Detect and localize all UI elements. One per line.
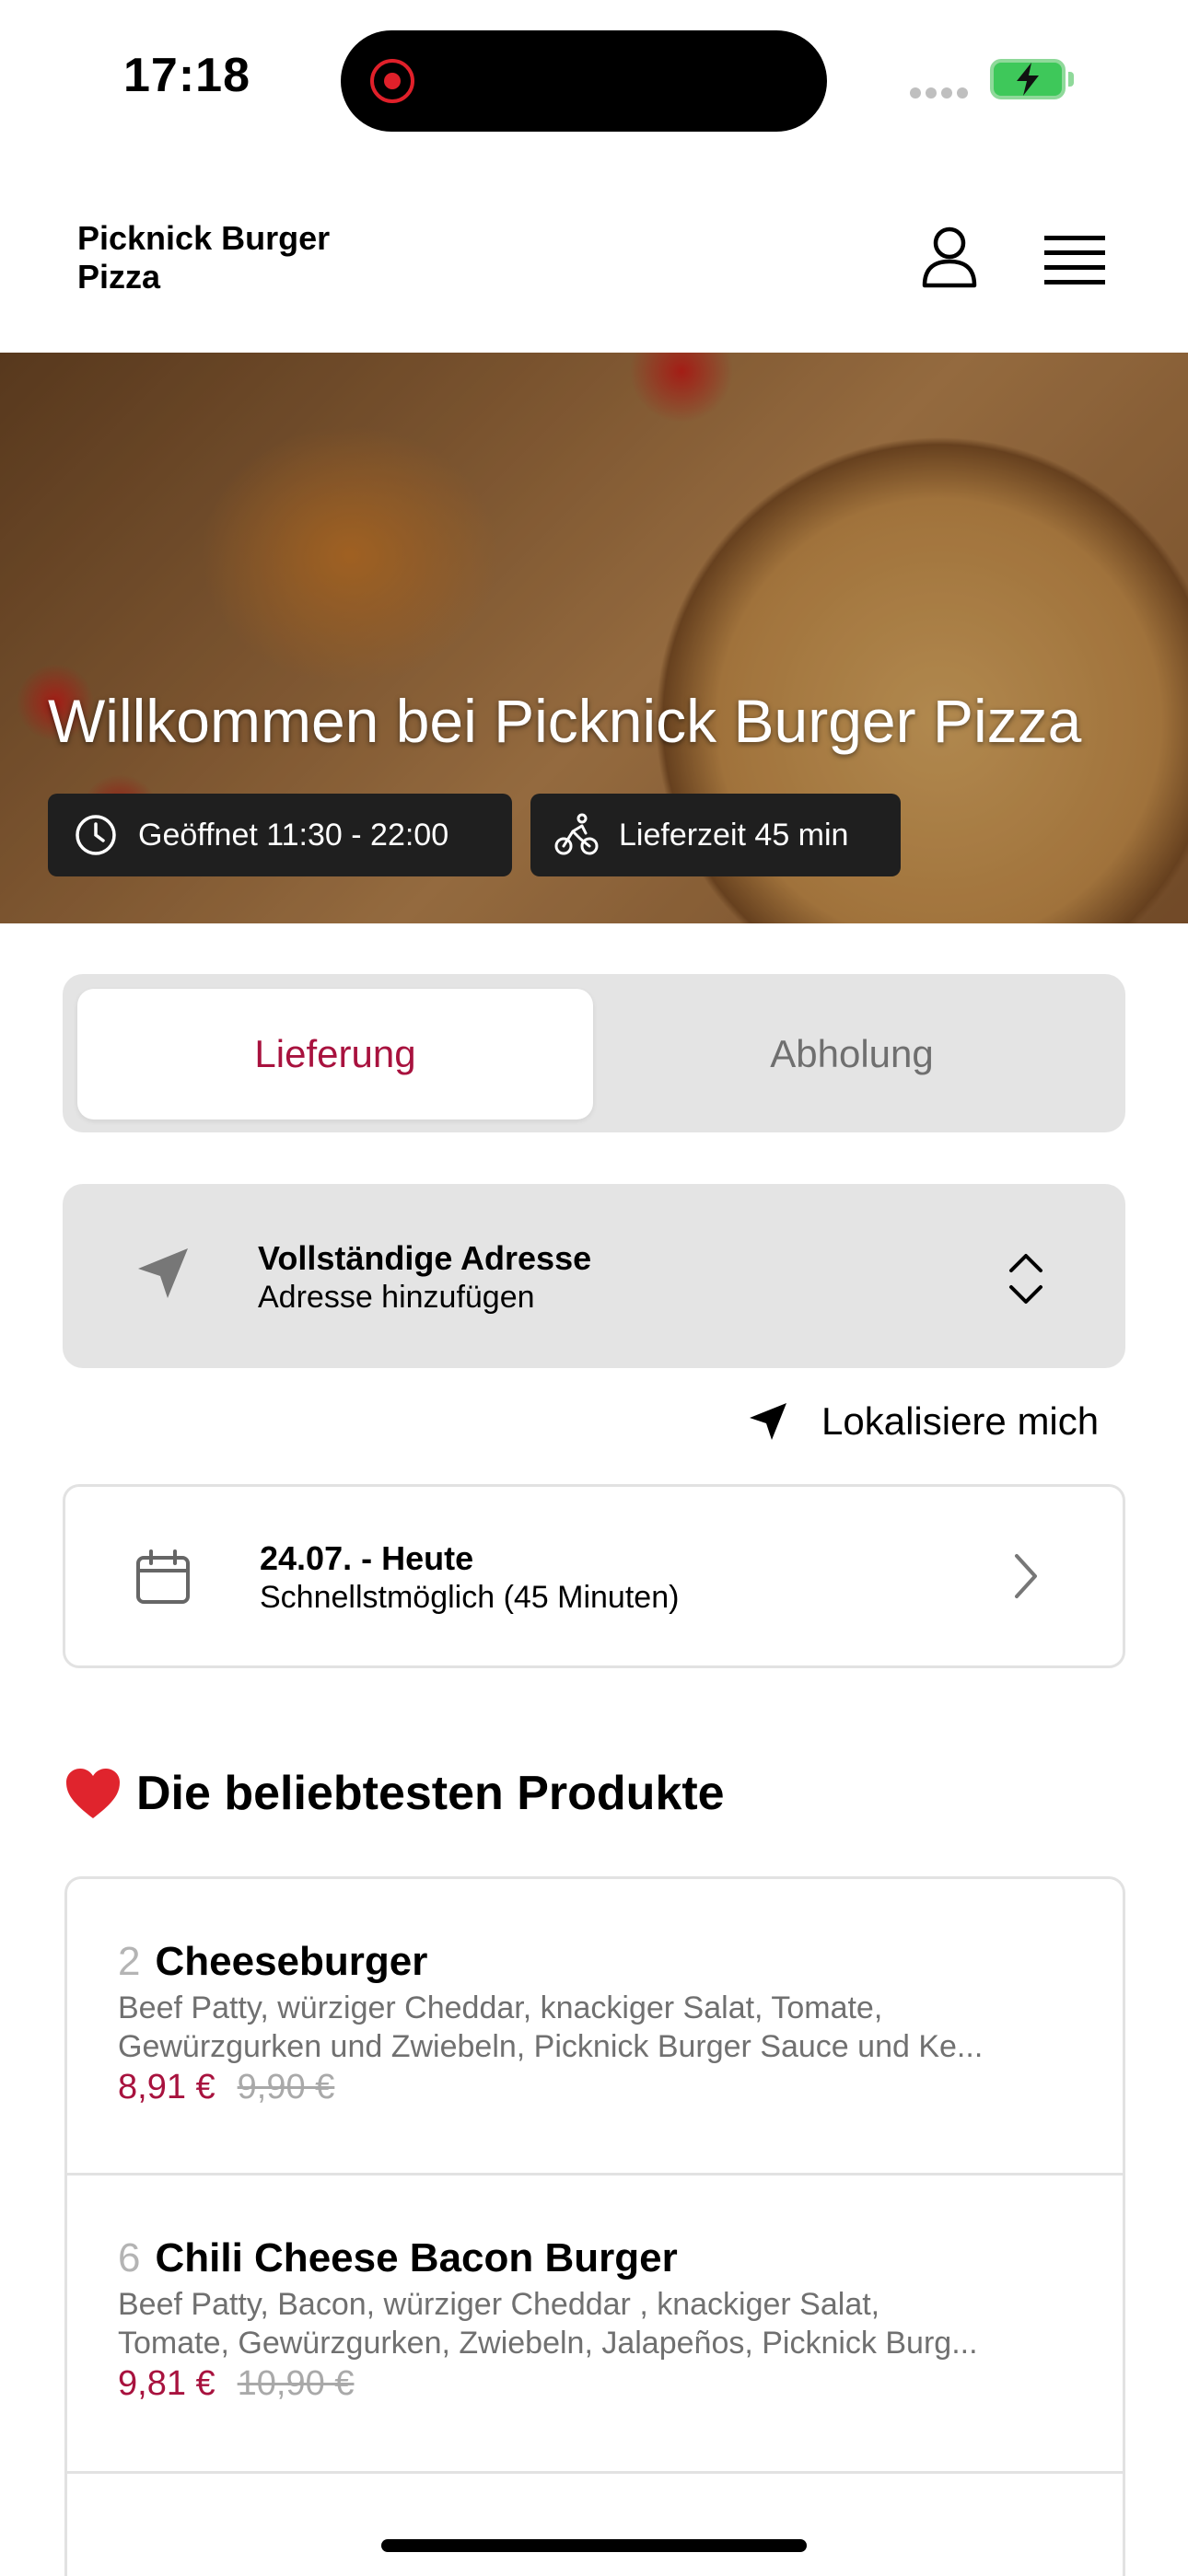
hero-title: Willkommen bei Picknick Burger Pizza [48,687,1082,755]
status-time: 17:18 [123,49,250,102]
product-name: Chili Cheese Bacon Burger [155,2235,678,2280]
product-number: 2 [118,1939,141,1984]
divider [64,2471,1125,2474]
product-number: 6 [118,2235,141,2280]
product-desc-line: Beef Patty, Bacon, würziger Cheddar , kn… [118,2287,880,2322]
product-desc-line: Beef Patty, würziger Cheddar, knackiger … [118,1990,883,2025]
heart-icon [66,1769,120,1818]
recording-icon [370,59,414,103]
product-description: Beef Patty, Bacon, würziger Cheddar , kn… [118,2285,1076,2362]
date-subtitle: Schnellstmöglich (45 Minuten) [260,1580,680,1615]
user-icon[interactable] [917,225,982,289]
menu-icon[interactable] [1044,234,1105,285]
battery-tip [1068,72,1074,87]
charging-bolt-icon [1017,63,1039,96]
location-arrow-icon [138,1248,188,1298]
product-description: Beef Patty, würziger Cheddar, knackiger … [118,1989,1076,2066]
opening-hours-text: Geöffnet 11:30 - 22:00 [138,817,449,853]
product-desc-line: Gewürzgurken und Zwiebeln, Picknick Burg… [118,2029,984,2064]
delivery-time-text: Lieferzeit 45 min [619,817,849,853]
chevron-right-icon [1015,1554,1037,1598]
tab-pickup[interactable]: Abholung [593,989,1111,1120]
clock-icon [76,815,116,855]
delivery-time-chip: Lieferzeit 45 min [530,794,901,876]
price-current: 8,91 € [118,2068,215,2106]
address-title: Vollständige Adresse [258,1239,592,1277]
product-name: Cheeseburger [155,1939,428,1984]
product-price: 9,81 € 10,90 € [118,2364,354,2404]
bicycle-icon [554,813,599,855]
brand-line2: Pizza [77,258,161,296]
tab-delivery[interactable]: Lieferung [77,989,593,1120]
popular-products-heading: Die beliebtesten Produkte [64,1766,725,1821]
location-arrow-icon [750,1403,786,1440]
signal-icon [910,87,973,103]
product-price: 8,91 € 9,90 € [118,2068,334,2107]
delivery-date-selector[interactable] [63,1484,1125,1668]
restaurant-brand[interactable]: Picknick Burger Pizza [77,219,390,296]
chevron-updown-icon [1009,1254,1042,1304]
address-subtitle: Adresse hinzufügen [258,1280,535,1315]
address-selector[interactable] [63,1184,1125,1368]
product-title[interactable]: 6 Chili Cheese Bacon Burger [118,2235,678,2281]
locate-me-button[interactable]: Lokalisiere mich [748,1399,1099,1444]
price-current: 9,81 € [118,2364,215,2403]
product-desc-line: Tomate, Gewürzgurken, Zwiebeln, Jalapeño… [118,2326,978,2361]
locate-me-label: Lokalisiere mich [821,1399,1100,1443]
calendar-icon [136,1549,190,1604]
home-indicator[interactable] [381,2539,807,2552]
opening-hours-chip: Geöffnet 11:30 - 22:00 [48,794,512,876]
divider [64,2173,1125,2176]
brand-line1: Picknick Burger [77,219,331,257]
price-old: 9,90 € [237,2068,335,2106]
product-title[interactable]: 2 Cheeseburger [118,1939,427,1985]
date-title: 24.07. - Heute [260,1539,474,1577]
section-title: Die beliebtesten Produkte [136,1767,725,1820]
price-old: 10,90 € [237,2364,355,2403]
